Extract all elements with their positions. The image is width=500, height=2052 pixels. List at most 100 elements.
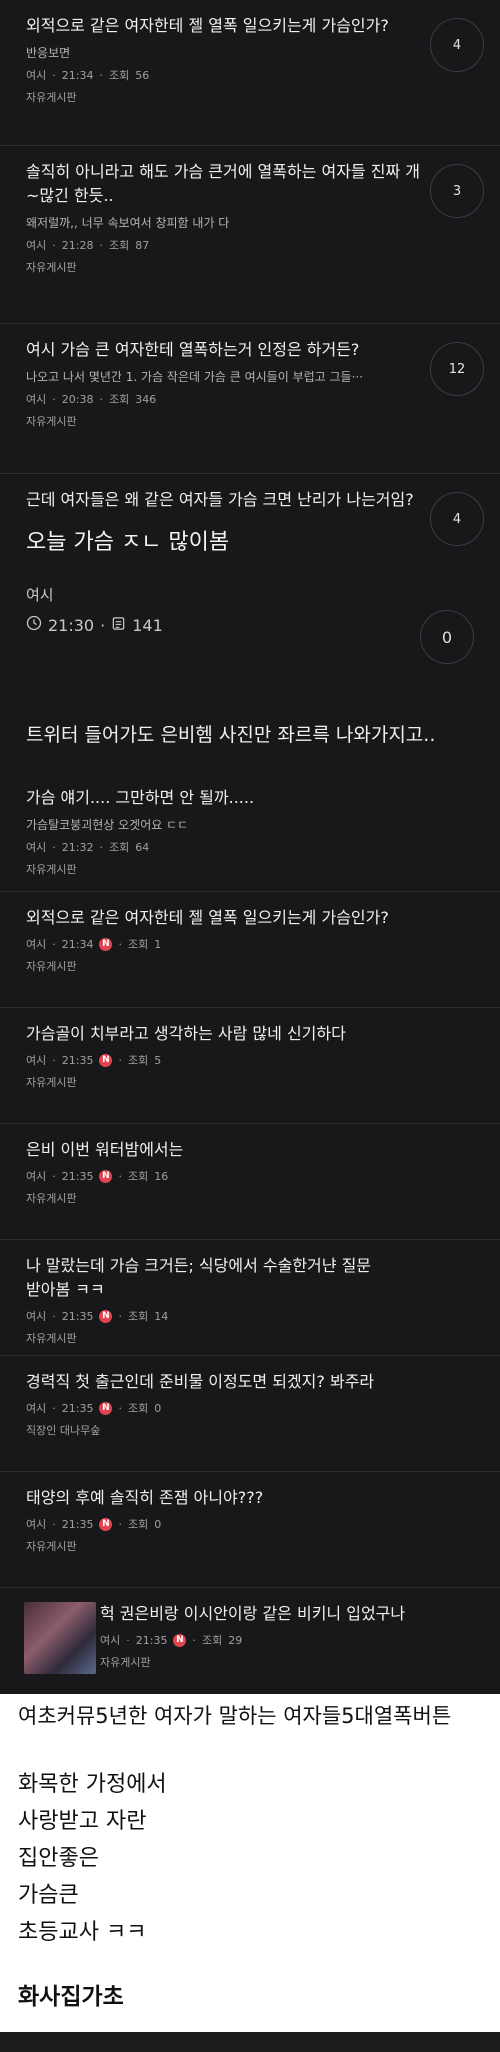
new-badge: N [99, 937, 113, 951]
post-title[interactable]: 태양의 후예 솔직히 존잼 아니야??? [26, 1486, 420, 1510]
post-item[interactable]: 나 말랐는데 가슴 크거든; 식당에서 수술한거냔 질문 받아봄 ㅋㅋ 여시 ·… [0, 1240, 500, 1356]
time: 21:35 [61, 1517, 94, 1531]
post-item[interactable]: 가슴 얘기.... 그만하면 안 될까..... 가슴탈코붕괴현상 오겟어요 ㄷ… [0, 772, 500, 892]
views: 64 [135, 840, 150, 854]
post-title[interactable]: 가슴골이 치부라고 생각하는 사람 많네 신기하다 [26, 1022, 420, 1046]
board-name: 자유게시판 [26, 863, 77, 876]
post-item[interactable]: 가슴골이 치부라고 생각하는 사람 많네 신기하다 여시 · 21:35 N ·… [0, 1008, 500, 1124]
time: 21:35 [61, 1309, 94, 1323]
board-name: 자유게시판 [26, 1540, 77, 1553]
author: 여시 [26, 1054, 47, 1067]
board-name: 자유게시판 [26, 415, 77, 428]
card-line: 초등교사 ㅋㅋ [18, 1920, 147, 1945]
post-item[interactable]: 여시 가슴 큰 여자한테 열폭하는거 인정은 하거든? 나오고 나서 몇년간 1… [0, 324, 500, 474]
post-preview: 나오고 나서 몇년간 1. 가슴 작은데 가슴 큰 여시들이 부럽고 그들··· [26, 370, 364, 384]
views: 1 [154, 937, 162, 951]
time: 21:32 [61, 840, 94, 854]
views-label: 조회 [108, 239, 130, 252]
new-badge: N [99, 1169, 113, 1183]
author: 여시 [26, 586, 54, 604]
views: 141 [132, 615, 163, 635]
board-name: 직장인 대나무숲 [26, 1424, 101, 1437]
time: 21:34 [61, 68, 94, 82]
post-item[interactable]: 외적으로 같은 여자한테 젤 열폭 일으키는게 가슴인가? 여시 · 21:34… [0, 892, 500, 1008]
post-meta: 여시 · 21:35 N · 조회 0 [26, 1517, 162, 1531]
post-meta: 여시 · 21:35 N · 조회 16 [26, 1169, 169, 1183]
views: 5 [154, 1053, 162, 1067]
post-title[interactable]: 외적으로 같은 여자한테 젤 열폭 일으키는게 가슴인가? [26, 14, 420, 38]
views: 29 [228, 1633, 243, 1647]
post-item[interactable]: 경력직 첫 출근인데 준비물 이정도면 되겠지? 봐주라 여시 · 21:35 … [0, 1356, 500, 1472]
post-title[interactable]: 외적으로 같은 여자한테 젤 열폭 일으키는게 가슴인가? [26, 906, 420, 930]
views-label: 조회 [127, 938, 149, 951]
views-label: 조회 [127, 1054, 149, 1067]
post-meta: 여시 · 21:28 · 조회 87 [26, 238, 150, 253]
post-list-top: 외적으로 같은 여자한테 젤 열폭 일으키는게 가슴인가? 반응보면 여시 · … [0, 0, 500, 1694]
post-preview: 왜저럴까,, 너무 속보여서 창피함 내가 다 [26, 216, 230, 230]
author: 여시 [100, 1634, 121, 1647]
author: 여시 [26, 393, 47, 406]
post-thumbnail[interactable] [24, 1602, 96, 1674]
author: 여시 [26, 1310, 47, 1323]
post-title[interactable]: 은비 이번 워터밤에서는 [26, 1138, 420, 1162]
post-item[interactable]: 솔직히 아니라고 해도 가슴 큰거에 열폭하는 여자들 진짜 개~많긴 한듯..… [0, 146, 500, 324]
section-title[interactable]: 트위터 들어가도 은비헴 사진만 좌르륵 나와가지고.. [0, 692, 500, 772]
comment-count[interactable]: 4 [430, 18, 484, 72]
clock-icon [26, 615, 42, 635]
post-item[interactable]: 외적으로 같은 여자한테 젤 열폭 일으키는게 가슴인가? 반응보면 여시 · … [0, 0, 500, 146]
author: 여시 [26, 938, 47, 951]
post-meta: 여시 · 21:35 N · 조회 29 [100, 1633, 243, 1647]
post-title[interactable]: 솔직히 아니라고 해도 가슴 큰거에 열폭하는 여자들 진짜 개~많긴 한듯.. [26, 160, 420, 208]
post-title[interactable]: 경력직 첫 출근인데 준비물 이정도면 되겠지? 봐주라 [26, 1370, 420, 1394]
post-title[interactable]: 근데 여자들은 왜 같은 여자들 가슴 크면 난리가 나는거임? [26, 488, 420, 512]
post-item[interactable]: 헉 권은비랑 이시안이랑 같은 비키니 입었구나 여시 · 21:35 N · … [0, 1588, 500, 1694]
post-title[interactable]: 가슴 얘기.... 그만하면 안 될까..... [26, 786, 420, 810]
featured-post[interactable]: 근데 여자들은 왜 같은 여자들 가슴 크면 난리가 나는거임? 오늘 가슴 ㅈ… [0, 474, 500, 692]
post-meta: 여시 · 21:34 · 조회 56 [26, 68, 150, 83]
board-name: 자유게시판 [26, 960, 77, 973]
board-name: 자유게시판 [26, 1332, 77, 1345]
views: 16 [154, 1169, 169, 1183]
post-title[interactable]: 나 말랐는데 가슴 크거든; 식당에서 수술한거냔 질문 받아봄 ㅋㅋ [26, 1254, 420, 1302]
views-label: 조회 [127, 1402, 149, 1415]
comment-count[interactable]: 4 [430, 492, 484, 546]
post-item[interactable]: 은비 이번 워터밤에서는 여시 · 21:35 N · 조회 16 자유게시판 [0, 1124, 500, 1240]
post-meta: 여시 · 21:32 · 조회 64 [26, 840, 150, 855]
views: 346 [135, 392, 157, 406]
time: 21:34 [61, 937, 94, 951]
card-line: 화목한 가정에서 [18, 1772, 167, 1797]
views-label: 조회 [108, 393, 130, 406]
document-icon [111, 616, 126, 635]
post-meta: 여시 · 21:35 N · 조회 0 [26, 1401, 162, 1415]
new-badge: N [99, 1309, 113, 1323]
views-label: 조회 [108, 841, 130, 854]
views-label: 조회 [108, 69, 130, 82]
featured-headline[interactable]: 오늘 가슴 ㅈㄴ 많이봄 [26, 524, 420, 556]
comment-count[interactable]: 0 [420, 610, 474, 664]
views: 56 [135, 68, 150, 82]
new-badge: N [173, 1633, 187, 1647]
time: 21:35 [61, 1053, 94, 1067]
board-name: 자유게시판 [26, 91, 77, 104]
post-meta: 여시 · 21:35 N · 조회 5 [26, 1053, 162, 1067]
comment-count[interactable]: 3 [430, 164, 484, 218]
time: 21:35 [135, 1633, 168, 1647]
post-title[interactable]: 여시 가슴 큰 여자한테 열폭하는거 인정은 하거든? [26, 338, 420, 362]
time: 21:35 [61, 1401, 94, 1415]
card-bold-line: 화사집가초 [18, 1984, 124, 2010]
author: 여시 [26, 841, 47, 854]
post-title-text: 가슴 얘기.... 그만하면 안 될까..... [26, 788, 255, 807]
board-name: 자유게시판 [26, 261, 77, 274]
views-label: 조회 [127, 1518, 149, 1531]
new-badge: N [99, 1401, 113, 1415]
comment-count[interactable]: 12 [430, 342, 484, 396]
post-meta: 여시 · 21:35 N · 조회 14 [26, 1309, 169, 1323]
post-title[interactable]: 헉 권은비랑 이시안이랑 같은 비키니 입었구나 [100, 1602, 420, 1626]
card-line: 사랑받고 자란 [18, 1809, 147, 1834]
time: 20:38 [61, 392, 94, 406]
board-name: 자유게시판 [100, 1656, 151, 1669]
post-item[interactable]: 태양의 후예 솔직히 존잼 아니야??? 여시 · 21:35 N · 조회 0… [0, 1472, 500, 1588]
views: 0 [154, 1517, 162, 1531]
text-card: 여초커뮤5년한 여자가 말하는 여자들5대열폭버튼 화목한 가정에서 사랑받고 … [0, 1694, 500, 2032]
views: 14 [154, 1309, 169, 1323]
